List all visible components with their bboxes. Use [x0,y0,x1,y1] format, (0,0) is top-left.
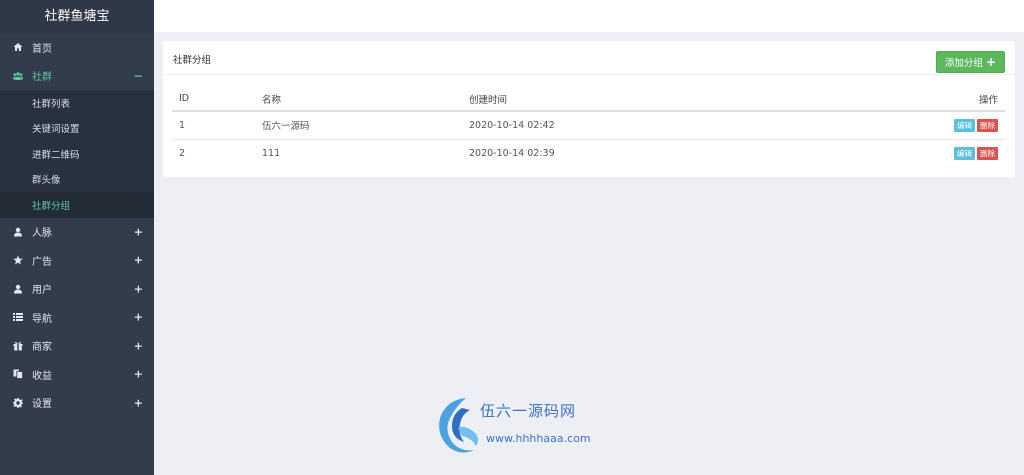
sidebar: 社群鱼塘宝 首页 社群 − 社群列表 关键词设置 进群二维码 群头像 社群分组 … [0,0,154,475]
sidebar-item-settings[interactable]: 设置 + [0,389,154,418]
cell-created: 2020-10-14 02:42 [462,111,796,140]
groups-table: ID 名称 创建时间 操作 1 伍六一源码 2020-10-14 02:42 编… [172,87,1005,167]
sidebar-item-label: 设置 [32,399,52,411]
add-group-button[interactable]: 添加分组 + [935,51,1005,73]
column-header-name: 名称 [255,87,462,112]
home-icon [12,41,24,53]
sidebar-subitem-join-qrcode[interactable]: 进群二维码 [0,141,154,167]
list-icon [12,311,24,323]
column-header-ops: 操作 [795,87,1005,112]
community-submenu: 社群列表 关键词设置 进群二维码 群头像 社群分组 [0,90,154,218]
edit-button[interactable]: 编辑 [954,118,975,132]
star-icon [12,254,24,266]
table-header-row: ID 名称 创建时间 操作 [172,87,1005,112]
sidebar-item-label: 社群 [32,72,52,84]
expand-icon[interactable]: + [134,339,143,352]
cell-created: 2020-10-14 02:39 [469,147,555,159]
sidebar-item-label: 导航 [32,313,52,325]
column-header-created: 创建时间 [462,87,796,112]
sidebar-item-label: 用户 [32,285,52,297]
sidebar-item-navigation[interactable]: 导航 + [0,303,154,332]
collapse-icon[interactable]: − [134,69,143,82]
content-panel: 社群分组 添加分组 + ID 名称 创建时间 操作 1 伍六一源码 2020-1… [163,41,1015,177]
sidebar-subitem-keyword-settings[interactable]: 关键词设置 [0,116,154,142]
sidebar-subitem-group-avatar[interactable]: 群头像 [0,167,154,193]
cell-id: 2 [179,147,186,159]
sidebar-item-label: 人脉 [32,228,52,240]
cell-id: 1 [172,111,255,140]
expand-icon[interactable]: + [134,396,143,409]
column-header-id: ID [172,87,255,112]
sidebar-item-label: 收益 [32,370,52,382]
expand-icon[interactable]: + [134,254,143,267]
cell-name: 111 [262,147,281,159]
expand-icon[interactable]: + [134,225,143,238]
brand-title: 社群鱼塘宝 [0,0,154,33]
expand-icon[interactable]: + [134,368,143,381]
panel-header: 社群分组 添加分组 + [163,41,1015,75]
expand-icon[interactable]: + [134,311,143,324]
table-row: 1 伍六一源码 2020-10-14 02:42 编辑 删除 [172,111,1005,140]
gift-icon [12,340,24,352]
sidebar-item-home[interactable]: 首页 [0,33,154,62]
cell-ops: 编辑 删除 [796,139,1005,167]
sidebar-subitem-community-groups[interactable]: 社群分组 [0,192,154,218]
sidebar-item-community[interactable]: 社群 − [0,62,154,91]
copy-icon [12,368,24,380]
sidebar-item-contacts[interactable]: 人脉 + [0,218,154,247]
expand-icon[interactable]: + [134,282,143,295]
top-bar [154,0,1024,32]
delete-button[interactable]: 删除 [977,146,998,160]
plus-icon: + [985,55,996,69]
sidebar-item-label: 广告 [32,256,52,268]
add-group-label: 添加分组 [944,58,983,69]
cell-ops: 编辑 删除 [795,111,1005,140]
page-title: 社群分组 [173,55,212,66]
user-icon [12,226,24,238]
edit-button[interactable]: 编辑 [954,146,975,160]
delete-button[interactable]: 删除 [977,118,998,132]
user-icon [12,283,24,295]
table-row: 2 111 2020-10-14 02:39 编辑 删除 [172,139,1005,167]
cell-name: 伍六一源码 [255,111,462,140]
users-icon [12,70,24,82]
sidebar-item-ads[interactable]: 广告 + [0,246,154,275]
watermark-title: 伍六一源码网 [480,402,577,420]
sidebar-item-label: 商家 [32,342,52,354]
sidebar-subitem-community-list[interactable]: 社群列表 [0,90,154,116]
sidebar-item-merchants[interactable]: 商家 + [0,332,154,361]
gear-icon [12,397,24,409]
sidebar-item-label: 首页 [32,43,52,55]
sidebar-item-revenue[interactable]: 收益 + [0,360,154,389]
watermark: 伍六一源码网 www.hhhhaaa.com [432,394,607,460]
watermark-url: www.hhhhaaa.com [486,432,591,445]
sidebar-item-users[interactable]: 用户 + [0,275,154,304]
